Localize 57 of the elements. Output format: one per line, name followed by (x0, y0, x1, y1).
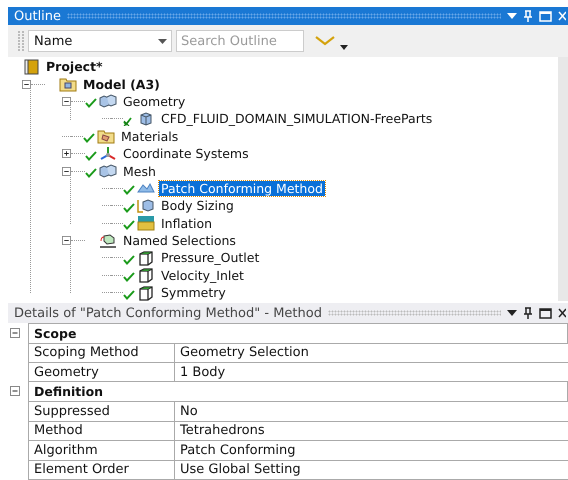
tree-item[interactable]: Materials (119, 128, 180, 144)
search-field[interactable]: Search Outline (176, 30, 304, 52)
tree-item[interactable]: Mesh (121, 164, 158, 179)
pin-icon[interactable] (523, 307, 533, 319)
expand-toggle[interactable] (10, 386, 20, 396)
caret-icon[interactable] (340, 44, 348, 50)
property-value[interactable]: Patch Conforming (174, 440, 568, 460)
tree-item[interactable]: Coordinate Systems (121, 146, 251, 162)
cube-outline-icon (137, 250, 155, 266)
expand-toggle[interactable] (62, 166, 71, 176)
property-value[interactable]: 1 Body (174, 362, 568, 382)
property-name: Suppressed (28, 401, 174, 420)
property-name: Element Order (28, 460, 174, 479)
expand-toggle[interactable] (22, 80, 31, 89)
sized-cube-icon (137, 198, 155, 214)
tree-item[interactable]: Body Sizing (159, 198, 236, 214)
tree-item[interactable]: Project* (44, 59, 105, 74)
property-value[interactable]: Use Global Setting (174, 460, 568, 479)
property-name: Geometry (28, 362, 174, 382)
panel-title: Outline (14, 8, 62, 24)
tree-item[interactable]: CFD_FLUID_DOMAIN_SIMULATION-FreeParts (159, 111, 434, 126)
folder-icon (59, 76, 77, 92)
section-header: Definition (28, 381, 568, 402)
expand-toggle[interactable] (62, 236, 71, 246)
tree-item[interactable]: Pressure_Outlet (159, 250, 262, 266)
folder-icon (97, 128, 115, 144)
boxes-icon (99, 93, 117, 110)
cube-outline-icon (137, 284, 155, 301)
close-icon[interactable] (558, 308, 566, 318)
property-value[interactable]: No (174, 401, 568, 420)
layers-icon (137, 215, 155, 232)
expand-toggle[interactable] (62, 149, 71, 158)
expand-toggle[interactable] (10, 328, 20, 338)
cube-outline-icon (137, 267, 155, 284)
tree-item[interactable]: Symmetry (159, 285, 228, 300)
dropdown-icon[interactable] (507, 310, 517, 316)
tree-item[interactable]: Named Selections (121, 233, 238, 248)
section-header: Scope (28, 322, 568, 343)
tree-item[interactable]: Velocity_Inlet (159, 268, 246, 283)
panel-title: Details of "Patch Conforming Method" - Method (14, 306, 322, 320)
property-name: Scoping Method (28, 342, 174, 362)
boxes-icon (99, 163, 117, 180)
property-value[interactable]: Tetrahedrons (174, 420, 568, 440)
property-name: Algorithm (28, 440, 174, 460)
grip-icon (18, 31, 24, 51)
selection-icon (99, 232, 117, 249)
tree-item[interactable]: Model (A3) (81, 76, 162, 92)
maximize-icon[interactable] (539, 308, 552, 318)
property-value[interactable]: Geometry Selection (174, 342, 568, 362)
tree-item[interactable]: Geometry (121, 94, 188, 109)
tree-item[interactable]: Patch Conforming Method (159, 180, 325, 196)
property-name: Method (28, 420, 174, 440)
tree-item[interactable]: Inflation (159, 216, 214, 231)
axes-icon (99, 146, 117, 162)
caret-icon (158, 38, 167, 44)
expand-toggle[interactable] (62, 96, 71, 106)
sort-dropdown[interactable]: Name (28, 30, 172, 52)
